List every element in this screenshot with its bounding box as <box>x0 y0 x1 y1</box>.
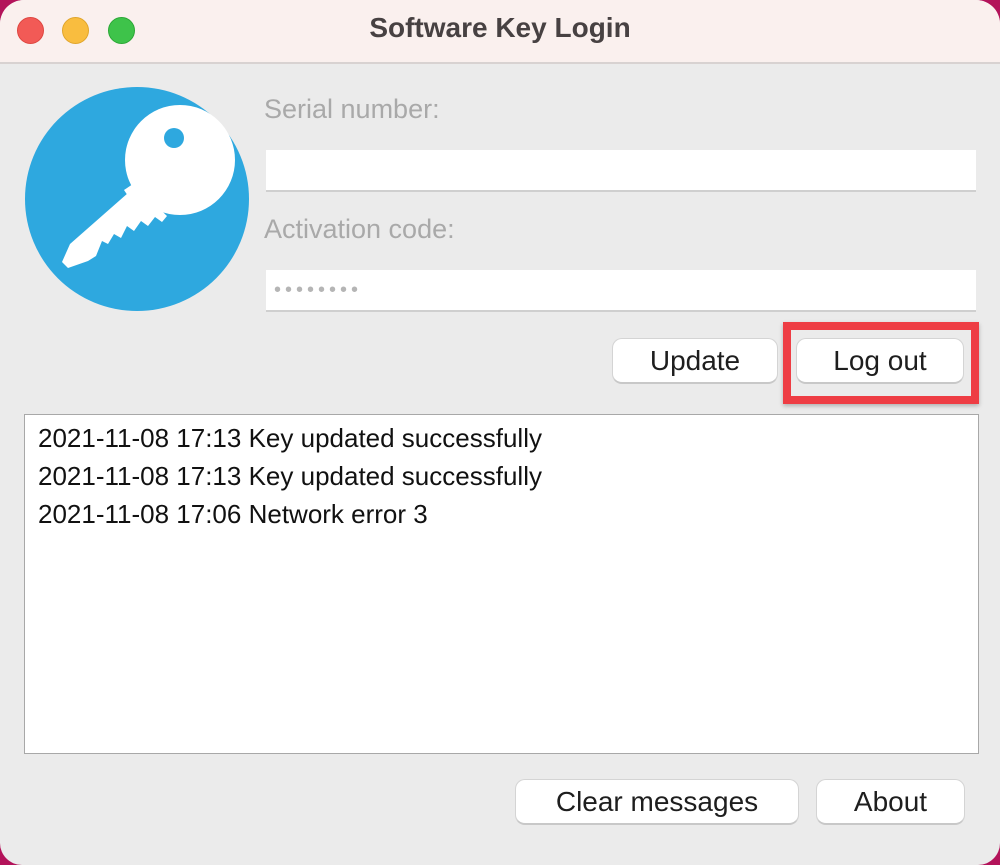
serial-number-input[interactable] <box>266 150 976 192</box>
log-message: 2021-11-08 17:13 Key updated successfull… <box>38 423 542 453</box>
message-log[interactable]: 2021-11-08 17:13 Key updated successfull… <box>24 414 979 754</box>
log-out-button[interactable]: Log out <box>796 338 964 384</box>
log-message: 2021-11-08 17:13 Key updated successfull… <box>38 461 542 491</box>
clear-messages-button[interactable]: Clear messages <box>515 779 799 825</box>
about-button[interactable]: About <box>816 779 965 825</box>
activation-code-input[interactable] <box>266 270 976 312</box>
key-icon <box>25 87 249 311</box>
serial-number-label: Serial number: <box>264 94 440 124</box>
title-bar: Software Key Login <box>0 0 1000 64</box>
key-logo <box>24 86 250 312</box>
log-message: 2021-11-08 17:06 Network error 3 <box>38 499 428 529</box>
activation-code-label: Activation code: <box>264 214 455 244</box>
software-key-login-window: Software Key Login Serial number: Activa… <box>0 0 1000 865</box>
window-title: Software Key Login <box>369 12 631 43</box>
update-button[interactable]: Update <box>612 338 778 384</box>
